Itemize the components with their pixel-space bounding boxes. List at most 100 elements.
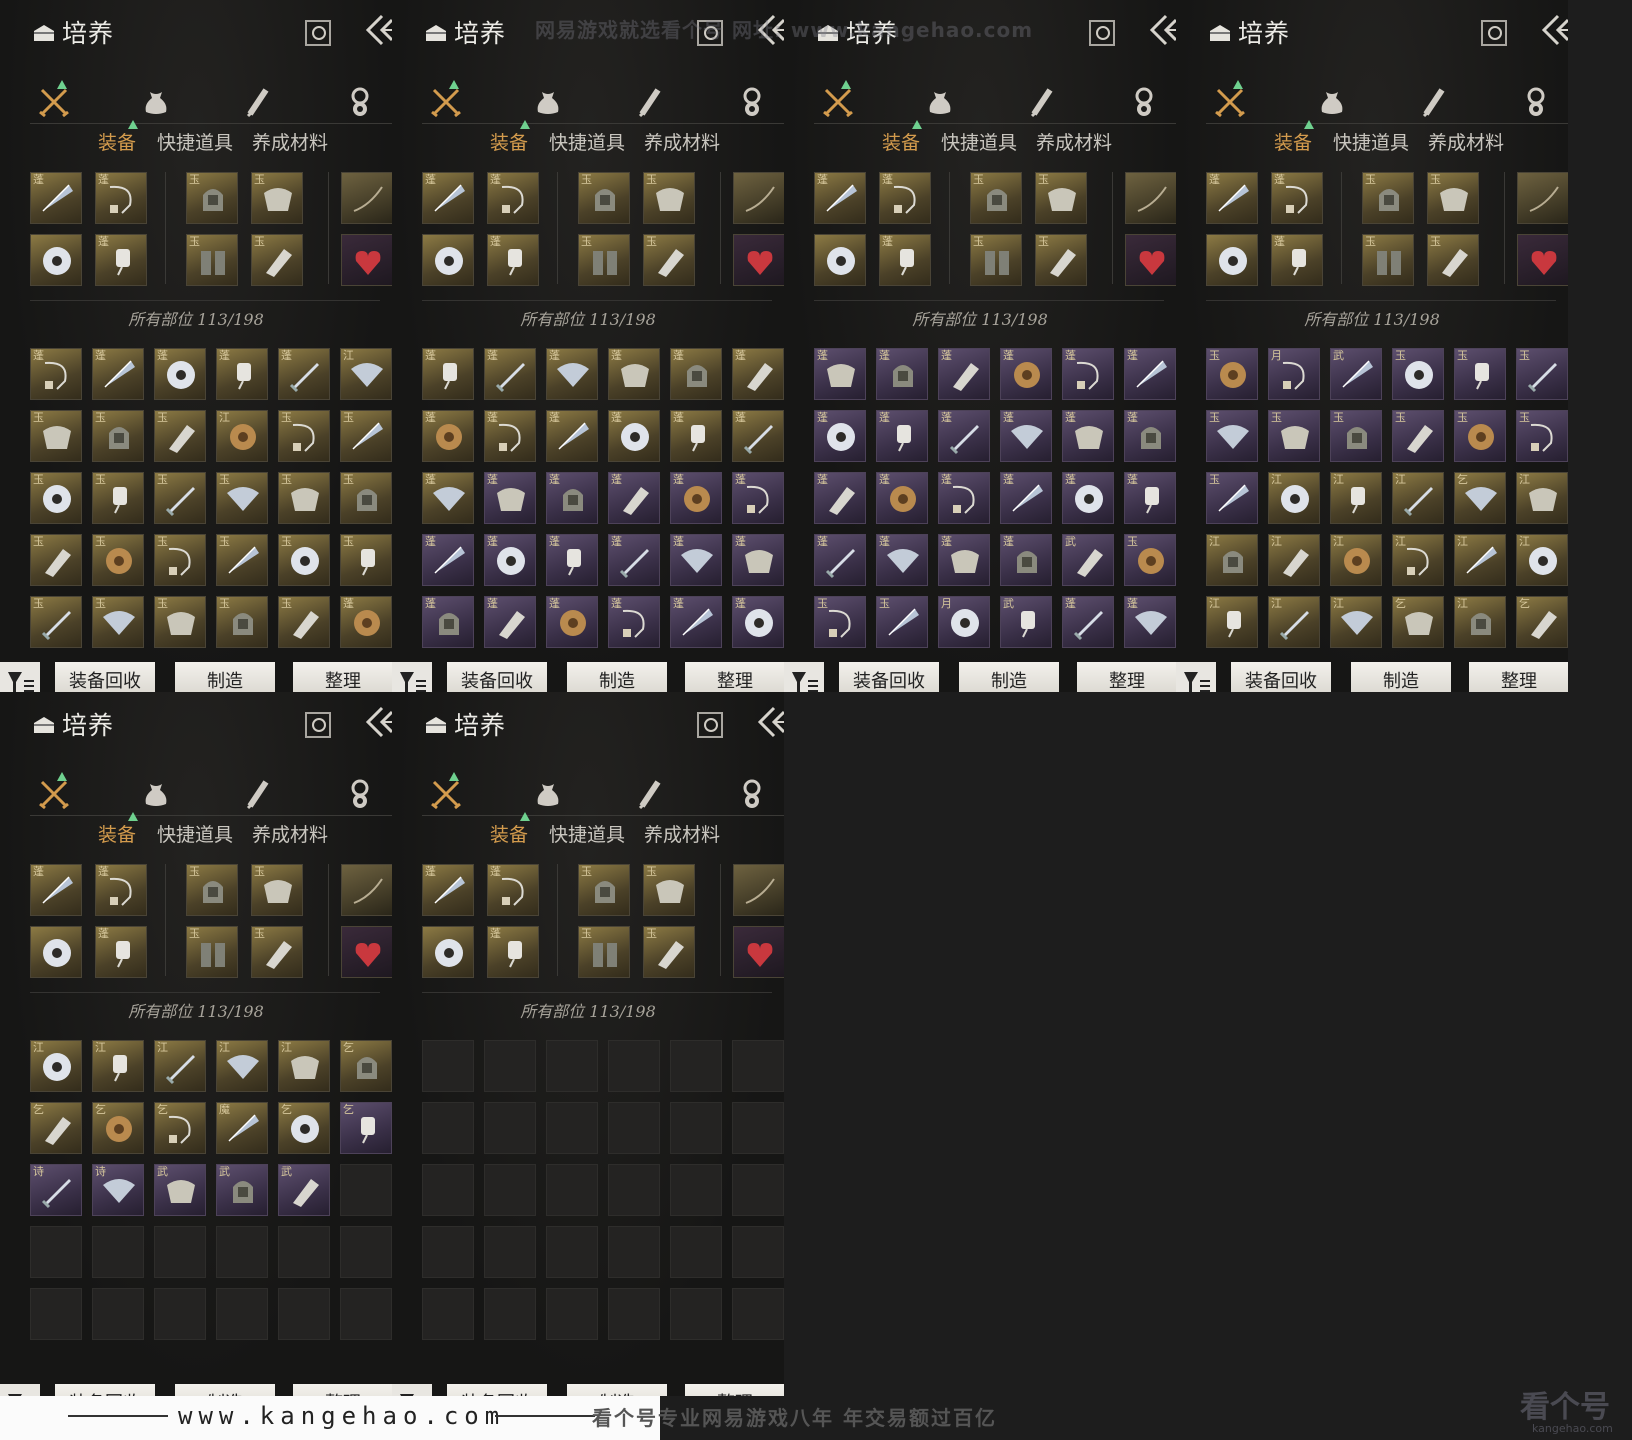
gem-icon[interactable] — [342, 776, 378, 812]
equipped-slot[interactable]: 玉 — [186, 864, 238, 916]
inventory-item[interactable]: 江 — [154, 1040, 206, 1092]
equipped-slot[interactable]: 玉 — [186, 172, 238, 224]
inventory-item[interactable]: 乞 — [30, 1102, 82, 1154]
collapse-arrows-icon[interactable] — [754, 702, 784, 742]
equipped-slot[interactable]: 玉 — [186, 234, 238, 286]
inventory-item[interactable]: 乞 — [1454, 472, 1506, 524]
equipped-slot[interactable]: 蓬 — [487, 864, 539, 916]
inventory-item[interactable]: 蓬 — [1124, 472, 1176, 524]
equipped-slot[interactable] — [733, 234, 784, 286]
scroll-icon[interactable] — [240, 776, 276, 812]
inventory-item[interactable]: 蓬 — [732, 348, 784, 400]
equipped-slot[interactable] — [733, 172, 784, 224]
inventory-item[interactable]: 江 — [340, 348, 392, 400]
scroll-icon[interactable] — [1024, 84, 1060, 120]
inventory-item[interactable]: 蓬 — [1000, 348, 1052, 400]
empty-slot[interactable] — [670, 1102, 722, 1154]
inventory-item[interactable]: 蓬 — [670, 410, 722, 462]
crossed-swords-icon[interactable] — [428, 776, 464, 812]
equipped-slot[interactable]: 蓬 — [95, 926, 147, 978]
inventory-item[interactable]: 江 — [92, 1040, 144, 1092]
equipped-slot[interactable] — [733, 926, 784, 978]
inventory-item[interactable]: 江 — [1516, 534, 1568, 586]
inventory-item[interactable]: 江 — [1330, 472, 1382, 524]
tab-materials[interactable]: 养成材料 — [1036, 128, 1112, 155]
collapse-arrows-icon[interactable] — [1146, 10, 1176, 50]
inventory-item[interactable]: 玉 — [154, 410, 206, 462]
inventory-item[interactable]: 魔 — [216, 1102, 268, 1154]
inventory-item[interactable]: 武 — [1330, 348, 1382, 400]
inventory-item[interactable]: 乞 — [340, 1102, 392, 1154]
equipped-slot[interactable]: 蓬 — [422, 864, 474, 916]
empty-slot[interactable] — [422, 1226, 474, 1278]
equipped-slot[interactable] — [341, 926, 392, 978]
inventory-item[interactable]: 诗 — [92, 1164, 144, 1216]
scroll-icon[interactable] — [1416, 84, 1452, 120]
equipped-slot[interactable]: 玉 — [643, 864, 695, 916]
empty-slot[interactable] — [670, 1226, 722, 1278]
tab-equipment[interactable]: 装备 — [98, 128, 136, 155]
inventory-item[interactable]: 武 — [216, 1164, 268, 1216]
inventory-item[interactable]: 蓬 — [670, 472, 722, 524]
search-icon[interactable] — [697, 712, 723, 738]
inventory-item[interactable]: 蓬 — [546, 410, 598, 462]
inventory-item[interactable]: 玉 — [30, 472, 82, 524]
inventory-item[interactable]: 蓬 — [1062, 596, 1114, 648]
inventory-item[interactable]: 蓬 — [546, 472, 598, 524]
filter-button[interactable] — [392, 662, 432, 692]
equipped-slot[interactable]: 蓬 — [879, 234, 931, 286]
inventory-item[interactable]: 蓬 — [1062, 472, 1114, 524]
inventory-item[interactable]: 江 — [30, 1040, 82, 1092]
empty-slot[interactable] — [216, 1288, 268, 1340]
inventory-item[interactable]: 玉 — [30, 534, 82, 586]
tab-quick-items[interactable]: 快捷道具 — [941, 128, 1017, 155]
equipped-slot[interactable]: 蓬 — [1206, 172, 1258, 224]
inventory-item[interactable]: 玉 — [30, 410, 82, 462]
equipped-slot[interactable]: 蓬 — [30, 864, 82, 916]
empty-slot[interactable] — [340, 1164, 392, 1216]
recycle-equipment-button[interactable]: 装备回收 — [1231, 662, 1331, 692]
inventory-item[interactable]: 蓬 — [340, 596, 392, 648]
inventory-item[interactable]: 玉 — [1392, 410, 1444, 462]
inventory-item[interactable]: 江 — [216, 1040, 268, 1092]
inventory-item[interactable]: 蓬 — [608, 472, 660, 524]
empty-slot[interactable] — [154, 1226, 206, 1278]
inventory-item[interactable]: 玉 — [340, 410, 392, 462]
equipped-slot[interactable]: 玉 — [1362, 172, 1414, 224]
equipped-slot[interactable]: 玉 — [643, 926, 695, 978]
inventory-item[interactable]: 蓬 — [608, 596, 660, 648]
inventory-item[interactable]: 玉 — [216, 472, 268, 524]
empty-slot[interactable] — [216, 1226, 268, 1278]
equipped-slot[interactable]: 玉 — [578, 172, 630, 224]
empty-slot[interactable] — [608, 1164, 660, 1216]
sort-button[interactable]: 整理 — [293, 662, 392, 692]
equipped-slot[interactable]: 玉 — [1035, 234, 1087, 286]
inventory-item[interactable]: 江 — [1268, 596, 1320, 648]
filter-button[interactable] — [0, 1384, 40, 1396]
equipped-slot[interactable]: 蓬 — [487, 926, 539, 978]
inventory-item[interactable]: 玉 — [278, 596, 330, 648]
empty-slot[interactable] — [92, 1288, 144, 1340]
gem-icon[interactable] — [1126, 84, 1162, 120]
craft-button[interactable]: 制造 — [1351, 662, 1451, 692]
inventory-item[interactable]: 蓬 — [670, 348, 722, 400]
equipped-slot[interactable] — [1125, 234, 1176, 286]
inventory-item[interactable]: 江 — [1268, 534, 1320, 586]
inventory-item[interactable]: 武 — [1062, 534, 1114, 586]
equipped-slot[interactable] — [341, 864, 392, 916]
gem-icon[interactable] — [1518, 84, 1554, 120]
inventory-item[interactable]: 江 — [1206, 534, 1258, 586]
empty-slot[interactable] — [422, 1288, 474, 1340]
inventory-item[interactable]: 诗 — [30, 1164, 82, 1216]
filter-button[interactable] — [0, 662, 40, 692]
equipped-slot[interactable]: 蓬 — [879, 172, 931, 224]
inventory-item[interactable]: 蓬 — [546, 534, 598, 586]
empty-slot[interactable] — [732, 1102, 784, 1154]
inventory-item[interactable]: 玉 — [278, 410, 330, 462]
inventory-item[interactable]: 蓬 — [1000, 410, 1052, 462]
empty-slot[interactable] — [154, 1288, 206, 1340]
inventory-item[interactable]: 蓬 — [876, 534, 928, 586]
inventory-item[interactable]: 江 — [1454, 534, 1506, 586]
inventory-item[interactable]: 江 — [1516, 472, 1568, 524]
tab-materials[interactable]: 养成材料 — [252, 820, 328, 847]
